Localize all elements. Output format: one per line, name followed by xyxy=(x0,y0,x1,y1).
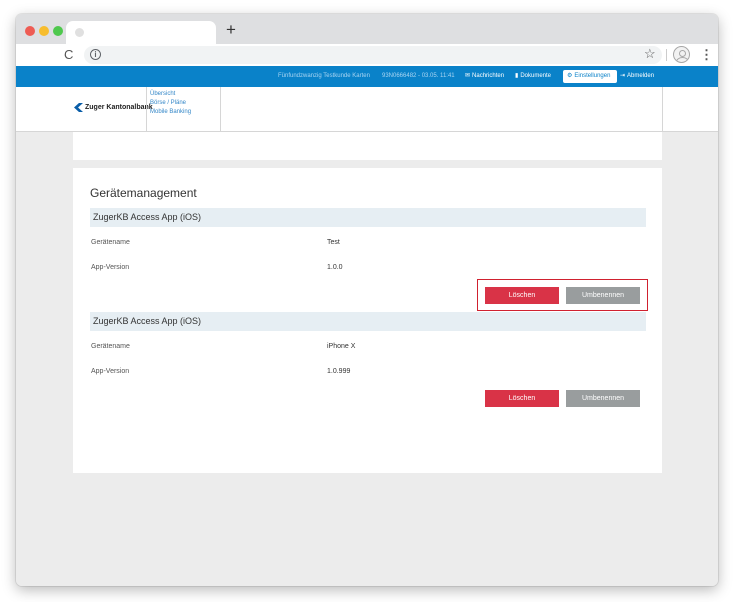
documents-label: Dokumente xyxy=(520,73,551,79)
address-bar[interactable]: i xyxy=(84,46,662,64)
document-icon: ▮ xyxy=(515,73,519,79)
device-name-label: Gerätename xyxy=(91,239,130,246)
nav-item-boerse[interactable]: Börse / Pläne xyxy=(150,99,191,108)
highlight-box xyxy=(477,279,648,311)
profile-avatar-icon[interactable] xyxy=(673,46,690,63)
header-divider xyxy=(146,87,147,132)
browser-menu-icon[interactable]: ⋮ xyxy=(700,47,713,63)
settings-button[interactable]: ⚙ Einstellungen xyxy=(563,70,617,83)
info-icon[interactable]: i xyxy=(90,49,101,60)
content-card-top xyxy=(73,132,662,160)
tab-strip: + xyxy=(16,14,718,44)
nav-item-mobile-banking[interactable]: Mobile Banking xyxy=(150,108,191,117)
rename-button[interactable]: Umbenennen xyxy=(566,390,640,407)
documents-link[interactable]: ▮ Dokumente xyxy=(515,66,551,87)
bookmark-star-icon[interactable]: ☆ xyxy=(644,46,656,62)
nav-item-overview[interactable]: Übersicht xyxy=(150,90,191,99)
toolbar-divider xyxy=(666,49,667,61)
logout-icon: ⇥ xyxy=(620,73,626,79)
browser-window: + C i ☆ ⋮ Fünfundzwanzig Testkunde Karte… xyxy=(16,14,718,586)
page-title: Gerätemanagement xyxy=(90,186,197,200)
logout-link[interactable]: ⇥ Abmelden xyxy=(620,66,654,87)
app-version-value: 1.0.999 xyxy=(327,368,351,375)
messages-link[interactable]: ✉ Nachrichten xyxy=(465,66,504,87)
messages-label: Nachrichten xyxy=(472,73,505,79)
close-window-button[interactable] xyxy=(25,26,35,36)
minimize-window-button[interactable] xyxy=(39,26,49,36)
tab-favicon-icon xyxy=(75,28,84,37)
main-nav: Übersicht Börse / Pläne Mobile Banking xyxy=(150,90,191,117)
gear-icon: ⚙ xyxy=(567,73,573,79)
new-tab-button[interactable]: + xyxy=(223,21,239,38)
maximize-window-button[interactable] xyxy=(53,26,63,36)
device-header: ZugerKB Access App (iOS) xyxy=(90,312,646,331)
device-header: ZugerKB Access App (iOS) xyxy=(90,208,646,227)
settings-label: Einstellungen xyxy=(574,73,611,79)
site-header: Zuger Kantonalbank Übersicht Börse / Plä… xyxy=(16,87,718,132)
web-page: Fünfundzwanzig Testkunde Karten 93N06664… xyxy=(16,66,718,586)
device-name-label: Gerätename xyxy=(91,343,130,350)
app-version-value: 1.0.0 xyxy=(327,264,343,271)
header-divider xyxy=(220,87,221,132)
bank-logo-icon[interactable] xyxy=(74,103,83,112)
app-version-label: App-Version xyxy=(91,264,130,271)
browser-toolbar: C i ☆ ⋮ xyxy=(16,44,718,66)
logout-label: Abmelden xyxy=(627,73,655,79)
browser-tab[interactable] xyxy=(66,21,216,44)
device-name-value: iPhone X xyxy=(327,343,356,350)
app-version-label: App-Version xyxy=(91,368,130,375)
account-info: 93N0666482 - 03.05. 11:41 xyxy=(382,73,455,79)
envelope-icon: ✉ xyxy=(465,73,471,79)
delete-button[interactable]: Löschen xyxy=(485,390,559,407)
portfolio-name: Fünfundzwanzig Testkunde Karten xyxy=(278,73,370,79)
reload-icon[interactable]: C xyxy=(64,47,73,63)
top-bar: Fünfundzwanzig Testkunde Karten 93N06664… xyxy=(16,66,718,87)
device-name-value: Test xyxy=(327,239,340,246)
header-divider xyxy=(662,87,663,132)
bank-logo-text[interactable]: Zuger Kantonalbank xyxy=(85,104,153,111)
device-management-card: Gerätemanagement ZugerKB Access App (iOS… xyxy=(73,168,662,473)
